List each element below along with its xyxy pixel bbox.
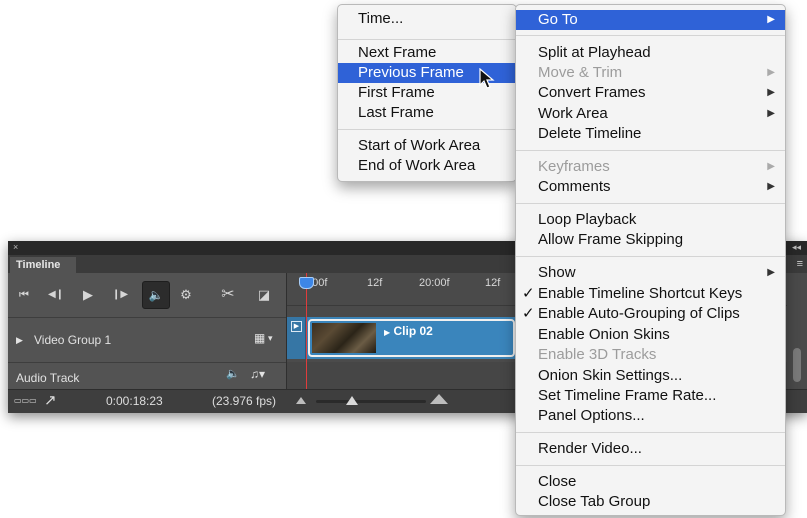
menu-item-work-area[interactable]: Work Area ▶ [516, 104, 785, 124]
arrow-cursor-icon [479, 68, 495, 89]
play-icon[interactable]: ▶ [78, 286, 98, 304]
zoom-out-mountain-icon[interactable] [296, 397, 306, 404]
menu-item-time[interactable]: Time... [338, 9, 516, 29]
menu-item-panel-options[interactable]: Panel Options... [516, 406, 785, 426]
menu-item-comments[interactable]: Comments ▶ [516, 177, 785, 197]
menu-separator [516, 35, 785, 36]
play-marker-icon: ▶ [291, 321, 302, 332]
expand-triangle-icon[interactable]: ▶ [16, 335, 23, 346]
menu-item-last-frame[interactable]: Last Frame [338, 103, 516, 123]
zoom-slider[interactable] [316, 400, 426, 403]
settings-gear-icon[interactable]: ⚙ [176, 286, 196, 304]
audio-track-label: Audio Track [16, 371, 80, 385]
submenu-arrow-icon: ▶ [767, 267, 775, 278]
submenu-arrow-icon: ▶ [767, 161, 775, 172]
menu-item-delete-timeline[interactable]: Delete Timeline [516, 124, 785, 144]
first-frame-icon[interactable]: ⏮ [14, 286, 34, 304]
video-group-menu-icon[interactable]: ▾ [268, 333, 273, 344]
menu-item-go-to[interactable]: Go To ▶ [516, 10, 785, 30]
checkmark-icon: ✓ [522, 305, 535, 322]
divider [8, 317, 286, 318]
menu-item-enable-timeline-shortcut-keys[interactable]: ✓ Enable Timeline Shortcut Keys [516, 284, 785, 304]
menu-separator [516, 465, 785, 466]
film-strip-icon[interactable]: ▦ [254, 331, 265, 345]
submenu-arrow-icon: ▶ [767, 87, 775, 98]
export-arrow-icon[interactable]: ↗ [44, 391, 57, 409]
menu-separator [338, 39, 516, 40]
menu-item-onion-skin-settings[interactable]: Onion Skin Settings... [516, 366, 785, 386]
menu-item-split-at-playhead[interactable]: Split at Playhead [516, 43, 785, 63]
menu-separator [516, 150, 785, 151]
group-header[interactable]: ▶ [287, 317, 306, 359]
divider [8, 362, 286, 363]
menu-item-enable-onion-skins[interactable]: Enable Onion Skins [516, 325, 785, 345]
menu-item-enable-3d-tracks: Enable 3D Tracks [538, 346, 657, 363]
collapse-icon[interactable]: ◂◂ [792, 241, 801, 254]
scroll-thumb[interactable] [793, 348, 801, 382]
audio-toggle-icon[interactable]: 🔈 [142, 281, 170, 309]
submenu-arrow-icon: ▶ [767, 181, 775, 192]
render-frames-icon[interactable]: ▭▭▭ [14, 396, 37, 405]
clip-name-label: Clip 02 [393, 324, 433, 338]
ruler-tick-label: 20:00f [419, 277, 450, 289]
menu-item-enable-auto-grouping[interactable]: ✓ Enable Auto-Grouping of Clips [516, 304, 785, 324]
video-group-label: Video Group 1 [34, 333, 112, 347]
previous-frame-icon[interactable]: ◀❙ [46, 286, 66, 304]
menu-item-convert-frames[interactable]: Convert Frames ▶ [516, 83, 785, 103]
submenu-arrow-icon: ▶ [767, 108, 775, 119]
menu-separator [516, 432, 785, 433]
menu-item-render-video[interactable]: Render Video... [516, 439, 785, 459]
menu-item-set-frame-rate[interactable]: Set Timeline Frame Rate... [516, 386, 785, 406]
menu-item-close[interactable]: Close [516, 472, 785, 492]
frame-rate: (23.976 fps) [212, 394, 277, 408]
menu-item-close-tab-group[interactable]: Close Tab Group [516, 492, 785, 512]
panel-menu-icon[interactable]: ≡ [797, 259, 803, 270]
menu-item-start-of-work-area[interactable]: Start of Work Area [338, 136, 516, 156]
submenu-arrow-icon: ▶ [767, 67, 775, 78]
zoom-slider-knob[interactable] [346, 396, 359, 405]
menu-item-loop-playback[interactable]: Loop Playback [516, 210, 785, 230]
zoom-in-mountain-icon[interactable] [430, 394, 448, 404]
menu-item-show[interactable]: Show ▶ [516, 263, 785, 283]
menu-item-allow-frame-skipping[interactable]: Allow Frame Skipping [516, 230, 785, 250]
menu-item-keyframes: Keyframes ▶ [538, 158, 775, 175]
ruler-tick-label: 12f [485, 277, 501, 289]
menu-item-end-of-work-area[interactable]: End of Work Area [338, 156, 516, 176]
video-group-block: ▶ ▶ Clip 02 [287, 317, 517, 359]
go-to-submenu: Time... Next Frame Previous Frame First … [337, 4, 517, 182]
menu-separator [338, 129, 516, 130]
next-frame-icon[interactable]: ❙▶ [110, 286, 130, 304]
menu-item-next-frame[interactable]: Next Frame [338, 43, 516, 63]
menu-item-move-trim: Move & Trim ▶ [538, 64, 775, 81]
clip-thumbnail [312, 323, 376, 353]
submenu-arrow-icon: ▶ [767, 14, 775, 25]
music-note-icon[interactable]: ♫▾ [250, 367, 265, 381]
playhead-handle[interactable] [299, 277, 314, 289]
video-clip[interactable]: ▶ Clip 02 [308, 319, 515, 357]
current-timecode: 0:00:18:23 [106, 394, 163, 408]
close-icon[interactable]: × [13, 241, 18, 254]
speaker-icon[interactable]: 🔈 [226, 367, 240, 380]
tab-timeline[interactable]: Timeline [10, 257, 76, 273]
ruler-tick-label: 12f [367, 277, 383, 289]
panel-flyout-menu: Go To ▶ Split at Playhead Move & Trim ▶ … [515, 4, 786, 516]
vertical-scrollbar[interactable] [787, 273, 807, 389]
menu-separator [516, 256, 785, 257]
clip-expand-arrow-icon[interactable]: ▶ [384, 328, 390, 337]
checkmark-icon: ✓ [522, 285, 535, 302]
menu-separator [516, 203, 785, 204]
transition-icon[interactable]: ◪ [254, 286, 274, 304]
split-scissors-icon[interactable]: ✂ [218, 286, 238, 304]
